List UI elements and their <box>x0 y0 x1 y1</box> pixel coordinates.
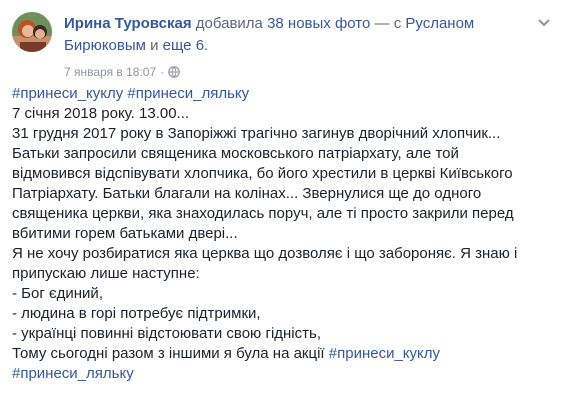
hashtag-line: #принеси_куклу #принеси_ляльку <box>12 84 552 104</box>
and-text: и <box>145 37 163 54</box>
meta-separator: · <box>160 65 165 79</box>
body-line: Я не хочу розбиратися яка церква що дозв… <box>12 245 518 262</box>
timestamp-link[interactable]: 7 января в 18:07 <box>64 64 156 80</box>
hashtag-line: #принеси_ляльку <box>12 364 552 384</box>
body-line: вбитими горем батьками двері... <box>12 225 238 242</box>
headline-period: . <box>204 37 209 54</box>
with-text: — с <box>370 15 406 32</box>
hashtag-link[interactable]: #принеси_куклу <box>12 85 123 102</box>
globe-icon[interactable] <box>168 66 180 78</box>
body-line: Батьки запросили священика московського … <box>12 145 459 162</box>
body-line: Тому сьогодні разом з іншими я була на а… <box>12 344 552 364</box>
body-line: відмовився відспівувати хлопчика, бо йог… <box>12 165 513 182</box>
post-meta: 7 января в 18:07 · <box>64 64 180 80</box>
hashtag-link[interactable]: #принеси_ляльку <box>127 85 249 102</box>
body-line: 7 січня 2018 року. 13.00... <box>12 105 190 122</box>
author-name-link[interactable]: Ирина Туровская <box>64 15 192 32</box>
action-text: добавила <box>191 15 268 32</box>
avatar-image <box>12 12 52 52</box>
hashtag-link[interactable]: #принеси_куклу <box>329 345 440 362</box>
hashtag-link[interactable]: #принеси_ляльку <box>12 365 134 382</box>
body-line: 31 грудня 2017 року в Запоріжжі трагічно… <box>12 125 501 142</box>
others-link[interactable]: еще 6 <box>163 37 204 54</box>
photos-link[interactable]: 38 новых фото <box>267 15 370 32</box>
post-headline: Ирина Туровская добавила 38 новых фото —… <box>64 13 534 57</box>
body-line: священика церкви, яка знаходилась поруч,… <box>12 205 514 222</box>
chevron-down-icon[interactable] <box>536 14 552 30</box>
post-header: Ирина Туровская добавила 38 новых фото —… <box>12 12 552 80</box>
body-line-text: Тому сьогодні разом з іншими я була на а… <box>12 345 329 362</box>
body-line: - Бог єдиний, <box>12 285 103 302</box>
avatar[interactable] <box>12 12 52 52</box>
body-line: - українці повинні відстоювати свою гідн… <box>12 325 321 342</box>
body-line: Патріархату. Батьки благали на колінах..… <box>12 185 482 202</box>
body-line: припускаю лише наступне: <box>12 265 200 282</box>
post-body: #принеси_куклу #принеси_ляльку 7 січня 2… <box>12 84 552 384</box>
body-line: - людина в горі потребує підтримки, <box>12 305 261 322</box>
